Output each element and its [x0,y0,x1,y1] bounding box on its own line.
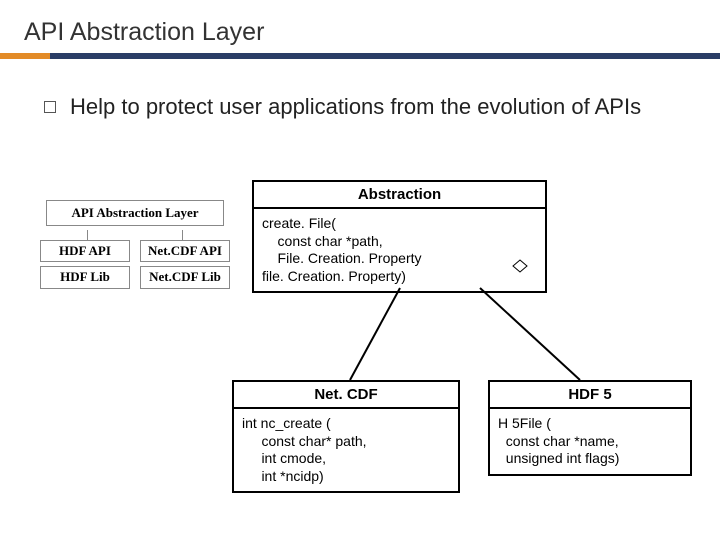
hdf5-class-box: HDF 5 H 5File ( const char *name, unsign… [488,380,692,476]
hdf5-title: HDF 5 [490,382,690,409]
abstraction-class-box: Abstraction create. File( const char *pa… [252,180,547,293]
mini-diagram: API Abstraction Layer HDF API Net.CDF AP… [40,200,230,293]
abstraction-title: Abstraction [254,182,545,209]
mini-hdf-api: HDF API [40,240,130,262]
netcdf-title: Net. CDF [234,382,458,409]
bullet-marker [44,101,56,113]
netcdf-class-box: Net. CDF int nc_create ( const char* pat… [232,380,460,493]
mini-hdf-lib: HDF Lib [40,266,130,288]
abstraction-body: create. File( const char *path, File. Cr… [254,209,545,291]
mini-netcdf-api: Net.CDF API [140,240,230,262]
mini-netcdf-lib: Net.CDF Lib [140,266,230,288]
bullet-text: Help to protect user applications from t… [70,93,641,121]
netcdf-body: int nc_create ( const char* path, int cm… [234,409,458,491]
hdf5-body: H 5File ( const char *name, unsigned int… [490,409,690,474]
slide-title: API Abstraction Layer [0,0,720,53]
mini-top: API Abstraction Layer [46,200,224,226]
title-divider [0,53,720,59]
bullet-item: Help to protect user applications from t… [0,59,720,121]
